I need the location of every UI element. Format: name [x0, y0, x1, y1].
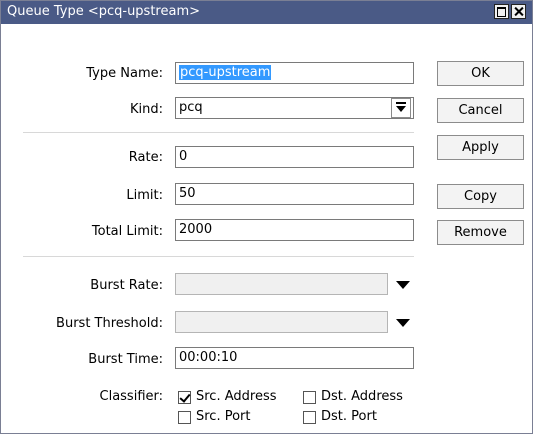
chevron-down-icon[interactable] [391, 98, 411, 118]
kind-select[interactable]: pcq [175, 97, 414, 119]
burst-rate-label: Burst Rate: [90, 278, 163, 293]
burst-time-label: Burst Time: [88, 352, 163, 367]
burst-rate-select[interactable] [175, 273, 388, 295]
separator [23, 256, 414, 257]
type-name-input[interactable]: pcq-upstream [175, 62, 414, 84]
dst-port-checkbox[interactable] [303, 411, 316, 424]
classifier-label: Classifier: [99, 389, 164, 404]
total-limit-input[interactable]: 2000 [175, 219, 414, 241]
dst-port-label: Dst. Port [321, 409, 377, 424]
limit-input[interactable]: 50 [175, 183, 414, 205]
copy-button[interactable]: Copy [437, 184, 524, 209]
rate-input[interactable]: 0 [175, 146, 414, 168]
ok-button[interactable]: OK [437, 61, 524, 86]
kind-value: pcq [179, 100, 203, 115]
src-address-checkbox[interactable] [178, 391, 191, 404]
cancel-button[interactable]: Cancel [437, 98, 524, 123]
burst-threshold-select[interactable] [175, 311, 388, 333]
src-port-checkbox[interactable] [178, 411, 191, 424]
total-limit-value: 2000 [179, 222, 213, 237]
kind-label: Kind: [129, 102, 163, 117]
rate-label: Rate: [128, 150, 163, 165]
total-limit-label: Total Limit: [91, 224, 163, 239]
type-name-label: Type Name: [86, 66, 163, 81]
remove-button[interactable]: Remove [437, 220, 524, 245]
limit-label: Limit: [126, 188, 163, 203]
burst-time-value: 00:00:10 [179, 350, 238, 365]
src-address-label: Src. Address [196, 389, 277, 404]
dst-address-label: Dst. Address [321, 389, 403, 404]
rate-value: 0 [179, 149, 188, 164]
apply-button[interactable]: Apply [437, 135, 524, 160]
window-title: Queue Type <pcq-upstream> [7, 4, 201, 19]
queue-type-window: Queue Type <pcq-upstream> Type Name: pcq… [0, 0, 533, 434]
separator [23, 132, 414, 133]
type-name-value: pcq-upstream [179, 65, 272, 80]
burst-rate-dropdown-icon[interactable] [396, 281, 410, 289]
burst-time-input[interactable]: 00:00:10 [175, 347, 414, 369]
burst-threshold-dropdown-icon[interactable] [396, 319, 410, 327]
burst-threshold-label: Burst Threshold: [56, 316, 163, 331]
limit-value: 50 [179, 186, 196, 201]
maximize-icon[interactable] [494, 4, 509, 19]
dst-address-checkbox[interactable] [303, 391, 316, 404]
src-port-label: Src. Port [196, 409, 251, 424]
title-bar[interactable]: Queue Type <pcq-upstream> [1, 1, 532, 24]
close-icon[interactable] [511, 4, 526, 19]
